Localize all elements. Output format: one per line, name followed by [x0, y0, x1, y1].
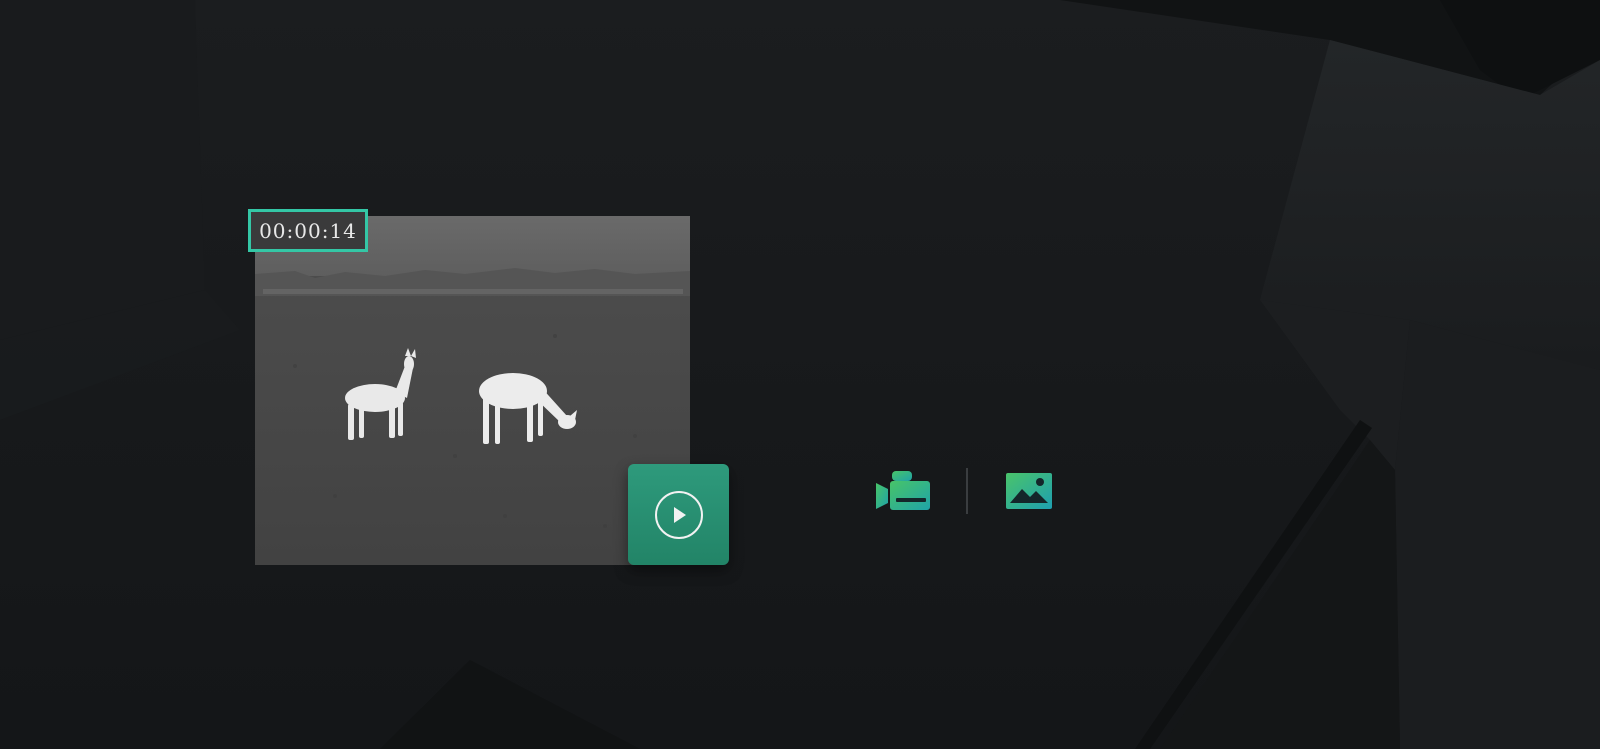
video-camera-icon[interactable]	[876, 471, 930, 511]
play-button[interactable]	[628, 464, 729, 565]
image-icon[interactable]	[1006, 473, 1052, 509]
timecode-badge: 00:00:14	[248, 209, 368, 252]
switch-divider	[966, 468, 968, 514]
page-background: 00:00:14	[0, 0, 1600, 749]
media-type-switch	[876, 468, 1056, 514]
background-shapes	[0, 0, 1600, 749]
play-icon	[654, 490, 703, 539]
thermal-deer-scene	[255, 216, 690, 565]
video-thumbnail[interactable]	[255, 216, 690, 565]
